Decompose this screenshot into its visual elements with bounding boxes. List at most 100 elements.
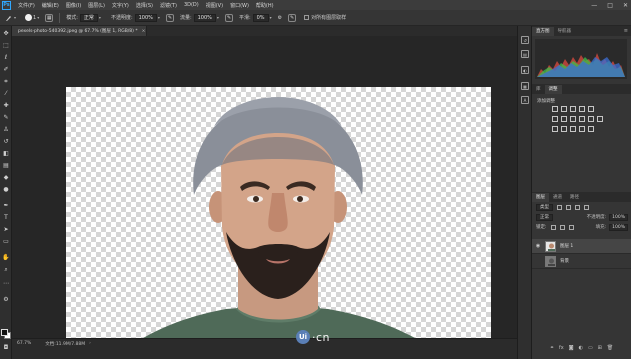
quick-select-icon[interactable]: ✐	[2, 66, 10, 74]
smoothing-field[interactable]: 平滑: 0% ▾	[239, 13, 272, 22]
panel-menu-icon[interactable]: ≡	[624, 27, 628, 36]
hue-saturation-icon[interactable]	[552, 116, 558, 122]
new-layer-icon[interactable]: ⊞	[598, 345, 602, 351]
tab-channels[interactable]: 通道	[549, 193, 566, 202]
layer-opacity-value[interactable]: 100%	[609, 213, 628, 221]
path-select-icon[interactable]: ➤	[2, 226, 10, 234]
canvas-workspace[interactable]	[12, 36, 517, 359]
new-adjustment-icon[interactable]: ◐	[579, 345, 583, 351]
filter-pixel-icon[interactable]	[557, 204, 562, 210]
history-brush-icon[interactable]: ↺	[2, 138, 10, 146]
menu-image[interactable]: 图像(I)	[66, 2, 81, 9]
airbrush-icon[interactable]: ✎	[224, 13, 233, 22]
layer-kind-filter[interactable]: 类型	[536, 203, 553, 211]
exposure-icon[interactable]	[579, 106, 585, 112]
color-panel-icon[interactable]: ◐	[521, 66, 529, 74]
menu-3d[interactable]: 3D(D)	[184, 2, 199, 8]
clone-stamp-icon[interactable]: ♙	[2, 126, 10, 134]
crop-icon[interactable]: ⌗	[2, 78, 10, 86]
edit-toolbar-icon[interactable]: ⚙	[2, 296, 10, 304]
type-icon[interactable]: T	[2, 214, 10, 222]
pen-icon[interactable]: ✒	[2, 202, 10, 210]
color-balance-icon[interactable]	[561, 116, 567, 122]
quick-mask-icon[interactable]: ◘	[2, 344, 10, 352]
black-white-icon[interactable]	[570, 116, 576, 122]
history-panel-icon[interactable]: ↺	[521, 36, 529, 44]
layer-row-layer1[interactable]: ◉ 图层 1	[532, 239, 631, 254]
menu-view[interactable]: 视图(V)	[206, 2, 223, 9]
gradient-map-icon[interactable]	[579, 126, 585, 132]
character-panel-icon[interactable]: A	[521, 96, 529, 104]
pressure-opacity-icon[interactable]: ✎	[165, 13, 174, 22]
layer-name[interactable]: 背景	[560, 258, 569, 264]
tool-preset-picker[interactable]: ▾	[5, 14, 16, 22]
close-tab-icon[interactable]: ×	[142, 29, 146, 34]
posterize-icon[interactable]	[561, 126, 567, 132]
foreground-color-swatch[interactable]	[1, 329, 8, 336]
zoom-icon[interactable]: ⌕	[2, 266, 10, 274]
menu-select[interactable]: 选择(S)	[136, 2, 153, 9]
maximize-button[interactable]: □	[607, 2, 613, 9]
brush-icon[interactable]: ✎	[2, 114, 10, 122]
color-lookup-icon[interactable]	[597, 116, 603, 122]
menu-edit[interactable]: 编辑(E)	[42, 2, 59, 9]
filter-adjust-icon[interactable]	[566, 204, 571, 210]
menu-type[interactable]: 文字(Y)	[112, 2, 129, 9]
tab-navigator[interactable]: 导航器	[554, 27, 576, 36]
layer-name[interactable]: 图层 1	[560, 243, 573, 249]
tab-adjustments[interactable]: 调整	[544, 85, 562, 94]
blend-mode-select[interactable]: 正常	[536, 213, 553, 221]
threshold-icon[interactable]	[570, 126, 576, 132]
sample-all-layers-checkbox[interactable]: 对所有图层取样	[304, 14, 346, 21]
flow-field[interactable]: 流量: 100% ▾	[180, 13, 219, 22]
menu-filter[interactable]: 滤镜(T)	[160, 2, 177, 9]
delete-layer-icon[interactable]: 🗑	[607, 345, 613, 351]
curves-icon[interactable]	[570, 106, 576, 112]
smoothing-settings-gear-icon[interactable]: ⚙	[278, 15, 282, 21]
swatches-panel-icon[interactable]: ▦	[521, 82, 529, 90]
shape-icon[interactable]: ▭	[2, 238, 10, 246]
new-group-icon[interactable]: ▭	[588, 345, 593, 351]
healing-icon[interactable]: ✚	[2, 102, 10, 110]
tab-layers[interactable]: 图层	[532, 193, 549, 202]
visibility-eye-icon[interactable]: ◉	[534, 243, 542, 249]
channel-mixer-icon[interactable]	[588, 116, 594, 122]
properties-panel-icon[interactable]: ▤	[521, 50, 529, 58]
fill-value[interactable]: 100%	[609, 223, 628, 231]
lock-all-icon[interactable]	[568, 224, 574, 230]
pressure-size-icon[interactable]: ✎	[288, 13, 297, 22]
eraser-icon[interactable]: ◧	[2, 150, 10, 158]
minimize-button[interactable]: —	[591, 2, 597, 9]
hand-icon[interactable]: ✋	[2, 254, 10, 262]
menu-layer[interactable]: 图层(L)	[88, 2, 105, 9]
lock-pixels-icon[interactable]	[550, 224, 556, 230]
marquee-icon[interactable]: ⬚	[2, 42, 10, 50]
invert-icon[interactable]	[552, 126, 558, 132]
brush-size-picker[interactable]: 1 ▾	[22, 14, 39, 21]
add-mask-icon[interactable]: ◙	[569, 345, 574, 351]
more-tools-icon[interactable]: ⋯	[2, 280, 10, 288]
selective-color-icon[interactable]	[588, 126, 594, 132]
tab-libraries[interactable]: 库	[532, 85, 545, 94]
gradient-icon[interactable]: ▤	[2, 162, 10, 170]
status-menu-arrow-icon[interactable]: ›	[89, 341, 91, 346]
layer-style-icon[interactable]: fx	[559, 345, 564, 351]
move-icon[interactable]: ✥	[2, 30, 10, 38]
lock-position-icon[interactable]	[559, 224, 565, 230]
photo-filter-icon[interactable]	[579, 116, 585, 122]
brightness-icon[interactable]	[552, 106, 558, 112]
layer-row-background[interactable]: 背景	[532, 254, 631, 269]
opacity-field[interactable]: 不透明度: 100% ▾	[111, 13, 160, 22]
dodge-icon[interactable]: ●	[2, 186, 10, 194]
menu-help[interactable]: 帮助(H)	[256, 2, 274, 9]
brush-panel-toggle-icon[interactable]: ▦	[45, 13, 54, 22]
levels-icon[interactable]	[561, 106, 567, 112]
close-window-button[interactable]: ✕	[623, 2, 628, 9]
filter-type-icon[interactable]	[575, 204, 580, 210]
filter-shape-icon[interactable]	[584, 204, 589, 210]
zoom-level[interactable]: 67.7%	[17, 341, 31, 346]
blur-icon[interactable]: ◆	[2, 174, 10, 182]
vibrance-icon[interactable]	[588, 106, 594, 112]
eyedropper-icon[interactable]: ⁄	[2, 90, 10, 98]
mode-select[interactable]: 模式: 正常 ▾	[66, 13, 101, 22]
